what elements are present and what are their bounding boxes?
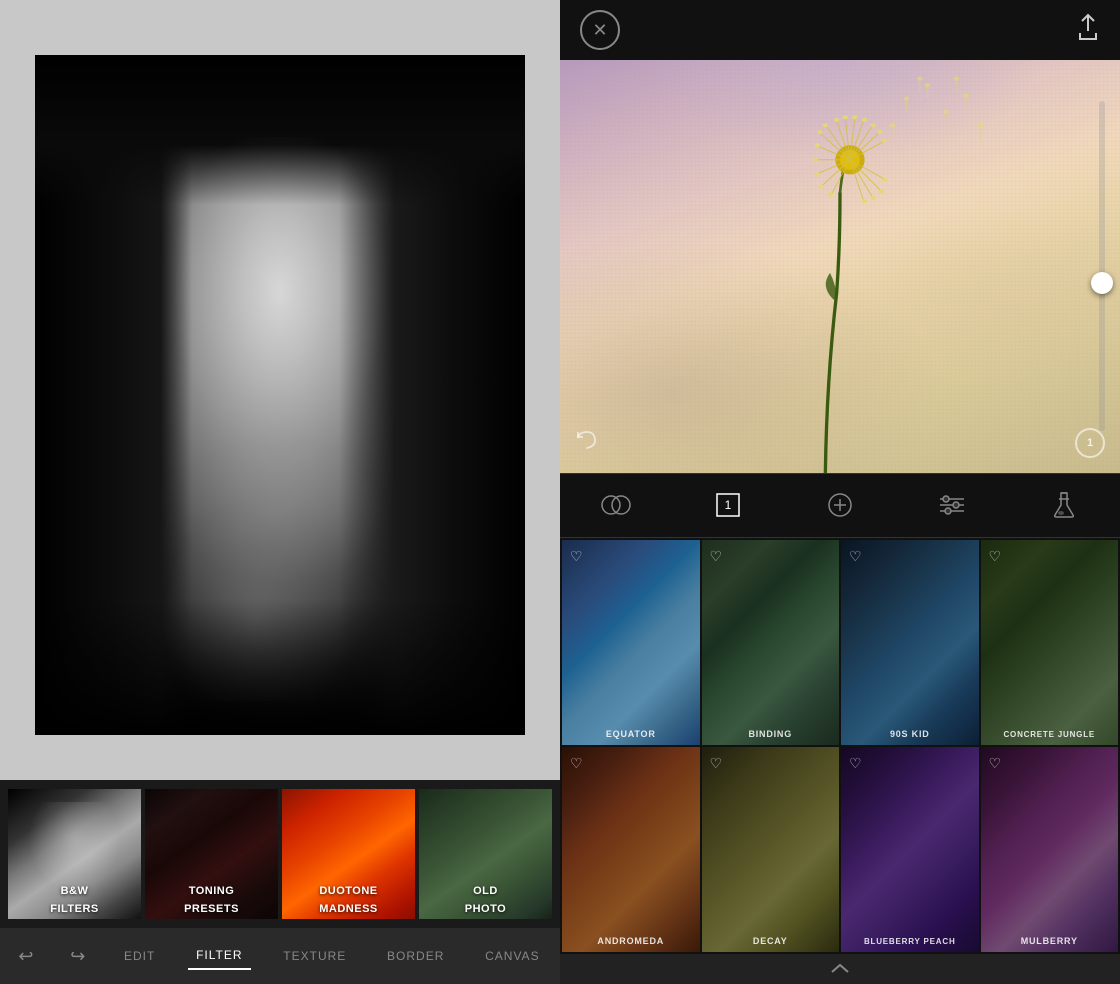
filter-oldphoto-label: OLD [419, 881, 552, 901]
texture-andromeda-label: ANDROMEDA [562, 936, 700, 946]
filter-bw-label: B&W [8, 881, 141, 901]
filter-oldphoto[interactable]: OLD PHOTO [419, 789, 552, 919]
redo-button[interactable]: ↪ [64, 940, 91, 973]
texture-blueberry-label: BLUEBERRY PEACH [841, 937, 979, 946]
texture-andromeda-bg [562, 747, 700, 952]
filter-duotone[interactable]: DUOTONE MADNESS [282, 789, 415, 919]
texture-concrete-label: CONCRETE JUNGLE [981, 730, 1119, 739]
photo-area [0, 0, 560, 780]
filter-oldphoto-label2: PHOTO [419, 899, 552, 919]
close-button[interactable]: ✕ [580, 10, 620, 50]
filter-bw[interactable]: B&W FILTERS [8, 789, 141, 919]
texture-concrete[interactable]: ♡ CONCRETE JUNGLE [981, 540, 1119, 745]
tab-filter[interactable]: FILTER [188, 942, 250, 970]
intensity-slider[interactable] [1099, 101, 1105, 431]
texture-mulberry-bg [981, 747, 1119, 952]
svg-text:1: 1 [725, 498, 732, 512]
texture-blueberry-heart[interactable]: ♡ [849, 755, 862, 772]
lab-tool-button[interactable] [1042, 483, 1086, 527]
texture-binding-heart[interactable]: ♡ [710, 548, 723, 565]
texture-mulberry-heart[interactable]: ♡ [989, 755, 1002, 772]
filter-thumbnails-row: B&W FILTERS TONING PRESETS DUOTONE MADNE… [0, 780, 560, 928]
filter-toning-label: TONING [145, 881, 278, 901]
add-tool-button[interactable] [818, 483, 862, 527]
texture-90skid-bg [841, 540, 979, 745]
texture-andromeda[interactable]: ♡ ANDROMEDA [562, 747, 700, 952]
dandelion-photo: 1 [560, 60, 1120, 473]
right-panel: ✕ [560, 0, 1120, 984]
texture-concrete-bg [981, 540, 1119, 745]
texture-90skid-label: 90S KID [841, 729, 979, 739]
texture-blueberry[interactable]: ♡ BLUEBERRY PEACH [841, 747, 979, 952]
filter-bw-label2: FILTERS [8, 899, 141, 919]
tab-canvas[interactable]: CANVAS [477, 943, 547, 969]
texture-binding-bg [702, 540, 840, 745]
filter-duotone-label: DUOTONE [282, 881, 415, 901]
texture-equator-bg [562, 540, 700, 745]
tab-texture[interactable]: TEXTURE [275, 943, 354, 969]
filter-toning-label2: PRESETS [145, 899, 278, 919]
texture-decay-heart[interactable]: ♡ [710, 755, 723, 772]
texture-binding-label: BINDING [702, 729, 840, 739]
scroll-up-button[interactable] [560, 954, 1120, 984]
right-top-bar: ✕ [560, 0, 1120, 60]
bw-portrait [35, 55, 525, 735]
texture-90skid[interactable]: ♡ 90S KID [841, 540, 979, 745]
texture-mulberry[interactable]: ♡ MULBERRY [981, 747, 1119, 952]
texture-decay-label: DECAY [702, 936, 840, 946]
texture-grid: ♡ EQUATOR ♡ BINDING ♡ 90S KID ♡ CONCRETE… [560, 538, 1120, 955]
texture-equator[interactable]: ♡ EQUATOR [562, 540, 700, 745]
texture-andromeda-heart[interactable]: ♡ [570, 755, 583, 772]
left-panel: B&W FILTERS TONING PRESETS DUOTONE MADNE… [0, 0, 560, 984]
right-middle-toolbar: 1 [560, 473, 1120, 538]
texture-concrete-heart[interactable]: ♡ [989, 548, 1002, 565]
texture-mulberry-label: MULBERRY [981, 936, 1119, 946]
layers-tool-button[interactable]: 1 [706, 483, 750, 527]
slider-thumb[interactable] [1091, 272, 1113, 294]
tab-border[interactable]: BORDER [379, 943, 452, 969]
texture-90skid-heart[interactable]: ♡ [849, 548, 862, 565]
share-button[interactable] [1076, 13, 1100, 47]
adjust-tool-button[interactable] [930, 483, 974, 527]
bottom-toolbar: ↩ ↪ EDIT FILTER TEXTURE BORDER CANVAS [0, 928, 560, 984]
blend-tool-button[interactable] [594, 483, 638, 527]
filter-toning[interactable]: TONING PRESETS [145, 789, 278, 919]
filter-duotone-label2: MADNESS [282, 899, 415, 919]
undo-button[interactable]: ↩ [12, 940, 39, 973]
intensity-badge: 1 [1075, 428, 1105, 458]
texture-decay[interactable]: ♡ DECAY [702, 747, 840, 952]
texture-equator-label: EQUATOR [562, 729, 700, 739]
texture-blueberry-bg [841, 747, 979, 952]
tab-edit[interactable]: EDIT [116, 943, 163, 969]
texture-equator-heart[interactable]: ♡ [570, 548, 583, 565]
texture-decay-bg [702, 747, 840, 952]
dandelion-svg [560, 60, 1120, 473]
undo-icon[interactable] [575, 428, 599, 458]
texture-binding[interactable]: ♡ BINDING [702, 540, 840, 745]
